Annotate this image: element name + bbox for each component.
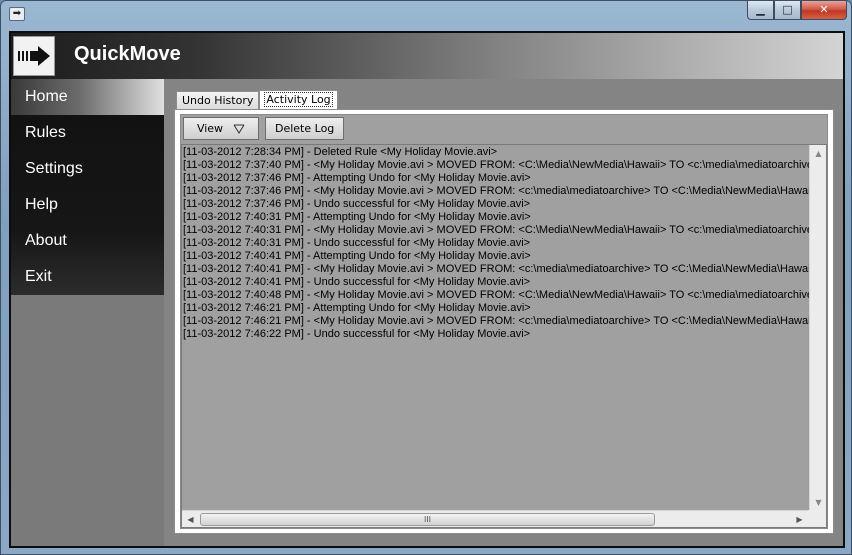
log-entry[interactable]: [11-03-2012 7:40:41 PM] - Attempting Und… xyxy=(183,250,809,263)
application-window: ➡ ▁ □ ✕ QuickMove Home Rules Settings He… xyxy=(0,0,852,555)
view-button-label: View xyxy=(196,122,224,135)
log-entry[interactable]: [11-03-2012 7:40:31 PM] - Undo successfu… xyxy=(183,237,809,250)
minimize-button[interactable]: ▁ xyxy=(747,1,774,20)
scroll-thumb[interactable]: III xyxy=(200,513,655,526)
arrow-right-icon xyxy=(18,46,50,66)
chevron-down-icon xyxy=(233,124,245,134)
maximize-button[interactable]: □ xyxy=(774,1,801,20)
tab-undo-history[interactable]: Undo History xyxy=(176,91,260,109)
log-entry[interactable]: [11-03-2012 7:40:31 PM] - Attempting Und… xyxy=(183,211,809,224)
log-entry[interactable]: [11-03-2012 7:40:41 PM] - Undo successfu… xyxy=(183,276,809,289)
scroll-down-icon[interactable]: ▼ xyxy=(810,494,826,511)
sidebar-nav: Home Rules Settings Help About Exit xyxy=(11,79,164,295)
delete-log-button[interactable]: Delete Log xyxy=(265,117,345,140)
log-entry[interactable]: [11-03-2012 7:46:21 PM] - Attempting Und… xyxy=(183,302,809,315)
log-entry[interactable]: [11-03-2012 7:28:34 PM] - Deleted Rule <… xyxy=(183,146,809,159)
scroll-up-icon[interactable]: ▲ xyxy=(810,145,826,162)
app-header: QuickMove xyxy=(11,33,843,79)
title-bar[interactable]: ➡ ▁ □ ✕ xyxy=(1,1,852,31)
tab-activity-log[interactable]: Activity Log xyxy=(259,90,338,110)
activity-log-list[interactable]: [11-03-2012 7:28:34 PM] - Deleted Rule <… xyxy=(181,144,827,528)
log-lines: [11-03-2012 7:28:34 PM] - Deleted Rule <… xyxy=(183,146,809,511)
scroll-left-icon[interactable]: ◀ xyxy=(182,511,199,527)
sidebar-item-exit[interactable]: Exit xyxy=(11,259,164,295)
log-entry[interactable]: [11-03-2012 7:37:46 PM] - Attempting Und… xyxy=(183,172,809,185)
log-entry[interactable]: [11-03-2012 7:40:41 PM] - <My Holiday Mo… xyxy=(183,263,809,276)
log-entry[interactable]: [11-03-2012 7:37:46 PM] - <My Holiday Mo… xyxy=(183,185,809,198)
client-area: QuickMove Home Rules Settings Help About… xyxy=(9,31,845,548)
sidebar-item-help[interactable]: Help xyxy=(11,187,164,223)
log-entry[interactable]: [11-03-2012 7:46:21 PM] - <My Holiday Mo… xyxy=(183,315,809,328)
sidebar-item-rules[interactable]: Rules xyxy=(11,115,164,151)
scroll-corner xyxy=(808,510,826,527)
sidebar-item-home[interactable]: Home xyxy=(11,79,164,115)
sidebar: Home Rules Settings Help About Exit xyxy=(11,79,164,546)
tab-label: Undo History xyxy=(182,94,254,107)
close-button[interactable]: ✕ xyxy=(801,1,847,20)
log-entry[interactable]: [11-03-2012 7:40:31 PM] - <My Holiday Mo… xyxy=(183,224,809,237)
main-content: Undo History Activity Log View Delete Lo… xyxy=(164,79,843,546)
app-title: QuickMove xyxy=(74,43,181,65)
sidebar-item-about[interactable]: About xyxy=(11,223,164,259)
arrow-right-icon[interactable]: ➡ xyxy=(9,7,25,21)
log-entry[interactable]: [11-03-2012 7:37:40 PM] - <My Holiday Mo… xyxy=(183,159,809,172)
scroll-right-icon[interactable]: ▶ xyxy=(791,511,808,527)
log-toolbar: View Delete Log xyxy=(183,116,345,142)
tab-strip: Undo History Activity Log xyxy=(176,89,338,110)
activity-log-panel: View Delete Log [11-03-2012 7:28:34 PM] … xyxy=(174,109,834,534)
log-entry[interactable]: [11-03-2012 7:37:46 PM] - Undo successfu… xyxy=(183,198,809,211)
vertical-scrollbar[interactable]: ▲ ▼ xyxy=(809,145,826,511)
sidebar-item-settings[interactable]: Settings xyxy=(11,151,164,187)
horizontal-scrollbar[interactable]: ◀ III ▶ xyxy=(182,510,809,527)
log-entry[interactable]: [11-03-2012 7:40:48 PM] - <My Holiday Mo… xyxy=(183,289,809,302)
view-button[interactable]: View xyxy=(183,117,259,140)
log-container: View Delete Log [11-03-2012 7:28:34 PM] … xyxy=(180,114,828,529)
tab-label: Activity Log xyxy=(264,92,333,107)
window-controls: ▁ □ ✕ xyxy=(747,1,847,21)
log-entry[interactable]: [11-03-2012 7:46:22 PM] - Undo successfu… xyxy=(183,328,809,341)
app-logo xyxy=(13,36,55,76)
